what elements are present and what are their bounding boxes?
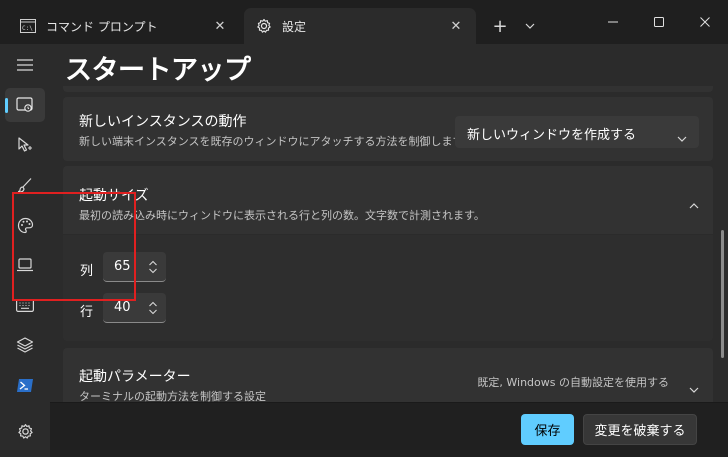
tab-settings[interactable]: 設定 ✕ <box>244 8 476 44</box>
new-tab-button[interactable]: + <box>488 14 512 38</box>
launch-parameters-expander[interactable]: 起動パラメーター ターミナルの起動方法を制御する設定 既定, Windows の… <box>63 348 713 408</box>
setting-description: 新しい端末インスタンスを既存のウィンドウにアタッチする方法を制御します。 <box>79 135 474 148</box>
selection-indicator <box>5 98 8 113</box>
save-button[interactable]: 保存 <box>521 414 574 445</box>
spin-arrows-icon[interactable] <box>148 300 158 319</box>
page-title: スタートアップ <box>65 55 251 86</box>
launch-size-settings: 列 65 行 40 <box>63 235 713 341</box>
settings-content: スタートアップ 新しいインスタンスの動作 新しい端末インスタンスを既存のウィンド… <box>50 44 728 457</box>
footer-bar: 保存 変更を破棄する <box>50 402 728 457</box>
interaction-icon[interactable] <box>5 128 45 162</box>
profile-defaults-icon[interactable] <box>5 328 45 362</box>
close-icon[interactable] <box>682 8 728 36</box>
chevron-down-icon[interactable] <box>689 378 699 397</box>
maximize-icon[interactable] <box>636 8 682 36</box>
dropdown-value: 新しいウィンドウを作成する <box>467 128 637 143</box>
settings-gear-icon[interactable] <box>5 414 45 448</box>
close-tab-icon[interactable]: ✕ <box>212 18 228 34</box>
vertical-scrollbar[interactable] <box>721 230 724 358</box>
minimize-icon[interactable] <box>590 8 636 36</box>
hamburger-menu-icon[interactable] <box>5 48 45 82</box>
powershell-icon[interactable] <box>5 368 45 402</box>
tab-command-prompt[interactable]: C:\ コマンド プロンプト ✕ <box>8 8 240 44</box>
chevron-down-icon[interactable] <box>518 14 542 38</box>
title-bar: C:\ コマンド プロンプト ✕ 設定 ✕ + <box>0 0 728 44</box>
launch-size-expander[interactable]: 起動サイズ 最初の読み込み時にウィンドウに表示される行と列の数。文字数で計測され… <box>63 166 713 234</box>
startup-icon[interactable] <box>5 88 45 122</box>
tab-label: 設定 <box>282 19 307 34</box>
rows-label: 行 <box>80 305 94 320</box>
close-tab-icon[interactable]: ✕ <box>448 18 464 34</box>
previous-setting-card <box>63 86 713 92</box>
new-instance-behavior-dropdown[interactable]: 新しいウィンドウを作成する <box>455 116 699 148</box>
chevron-up-icon[interactable] <box>689 194 699 213</box>
new-instance-behavior-card: 新しいインスタンスの動作 新しい端末インスタンスを既存のウィンドウにアタッチする… <box>63 97 713 161</box>
chevron-down-icon <box>677 127 687 146</box>
rows-value: 40 <box>114 300 131 315</box>
setting-description: 最初の読み込み時にウィンドウに表示される行と列の数。文字数で計測されます。 <box>79 209 485 222</box>
setting-title: 起動パラメーター <box>79 369 191 385</box>
discard-changes-button[interactable]: 変更を破棄する <box>583 414 697 445</box>
tab-label: コマンド プロンプト <box>46 19 158 34</box>
gear-icon <box>256 18 272 34</box>
spin-arrows-icon[interactable] <box>148 259 158 278</box>
highlight-annotation <box>12 192 136 301</box>
command-prompt-icon: C:\ <box>20 18 36 34</box>
setting-title: 新しいインスタンスの動作 <box>79 114 247 130</box>
svg-text:C:\: C:\ <box>22 25 33 32</box>
launch-parameters-summary: 既定, Windows の自動設定を使用する <box>477 376 669 389</box>
